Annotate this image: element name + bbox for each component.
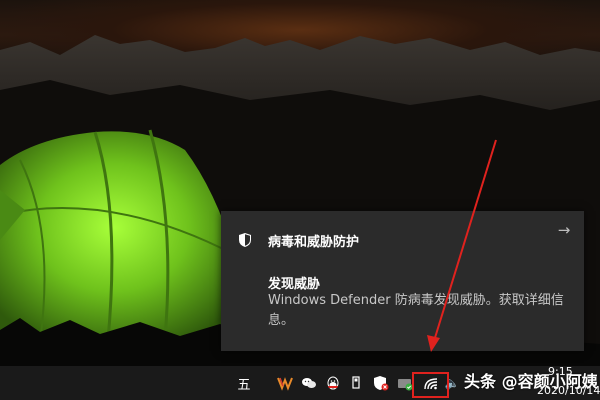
- network-icon-highlight: [412, 372, 449, 398]
- usb-icon[interactable]: [348, 366, 364, 400]
- ime-indicator[interactable]: 五: [234, 366, 254, 400]
- defender-notification-toast[interactable]: 病毒和威胁防护 → 发现威胁 Windows Defender 防病毒发现威胁。…: [221, 211, 584, 351]
- notification-expand-arrow-icon[interactable]: →: [553, 219, 575, 241]
- shield-icon: [239, 233, 251, 247]
- clock-time[interactable]: 9:15: [548, 365, 573, 378]
- winamp-icon[interactable]: [276, 366, 294, 400]
- clock-date[interactable]: 2020/10/14: [537, 384, 600, 397]
- notification-body: Windows Defender 防病毒发现威胁。获取详细信息。: [268, 293, 564, 328]
- notification-app-name: 病毒和威胁防护: [268, 235, 360, 250]
- wechat-icon[interactable]: [300, 366, 318, 400]
- security-alert-icon[interactable]: [372, 366, 390, 400]
- qq-icon[interactable]: [324, 366, 342, 400]
- notification-title: 发现威胁: [268, 277, 321, 292]
